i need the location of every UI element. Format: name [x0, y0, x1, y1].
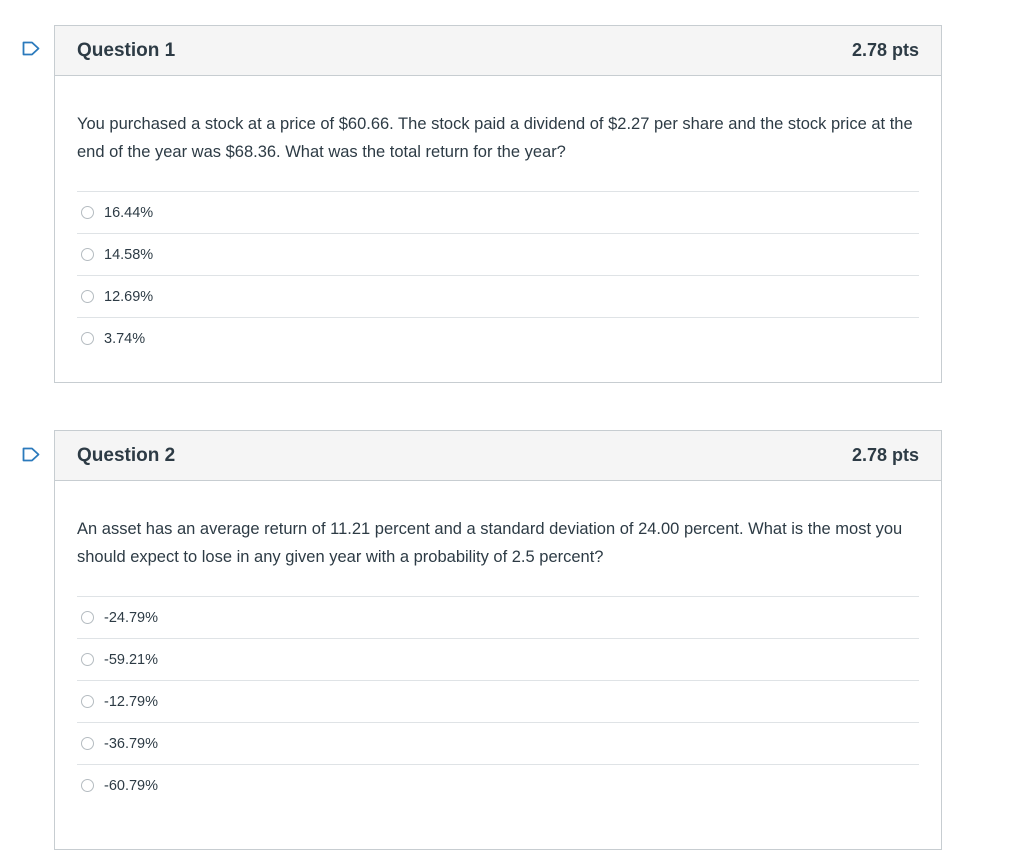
question-text: You purchased a stock at a price of $60.… [77, 115, 913, 161]
answer-option[interactable]: -60.79% [77, 764, 919, 806]
question-title: Question 1 [77, 39, 176, 61]
radio-unchecked-icon[interactable] [81, 653, 94, 666]
question-title: Question 2 [77, 444, 176, 466]
question-header: Question 2 2.78 pts [55, 431, 941, 481]
answer-option[interactable]: -24.79% [77, 596, 919, 638]
radio-unchecked-icon[interactable] [81, 332, 94, 345]
question-points: 2.78 pts [851, 40, 919, 60]
answer-label: -60.79% [104, 777, 159, 794]
answer-label: -24.79% [104, 609, 159, 626]
flag-question-1-icon[interactable] [22, 41, 40, 56]
radio-unchecked-icon[interactable] [81, 248, 94, 261]
answer-option[interactable]: -59.21% [77, 638, 919, 680]
answer-label: -36.79% [104, 735, 159, 752]
flag-question-2-icon[interactable] [22, 447, 40, 462]
radio-unchecked-icon[interactable] [81, 611, 94, 624]
answer-option[interactable]: -36.79% [77, 722, 919, 764]
question-2: Question 2 2.78 pts An asset has an aver… [54, 430, 942, 850]
answer-label: -59.21% [104, 651, 159, 668]
answer-list: -24.79% -59.21% -12.79% -36.79% -60.79% [77, 596, 919, 806]
answer-option[interactable]: 14.58% [77, 233, 919, 275]
radio-unchecked-icon[interactable] [81, 779, 94, 792]
answer-label: 3.74% [104, 330, 146, 347]
radio-unchecked-icon[interactable] [81, 737, 94, 750]
radio-unchecked-icon[interactable] [81, 695, 94, 708]
answer-option[interactable]: -12.79% [77, 680, 919, 722]
answer-label: 12.69% [104, 288, 154, 305]
question-points: 2.78 pts [851, 445, 919, 465]
radio-unchecked-icon[interactable] [81, 206, 94, 219]
answer-label: 16.44% [104, 204, 154, 221]
answer-option[interactable]: 12.69% [77, 275, 919, 317]
answer-option[interactable]: 16.44% [77, 191, 919, 233]
answer-label: 14.58% [104, 246, 154, 263]
question-header: Question 1 2.78 pts [55, 26, 941, 76]
answer-list: 16.44% 14.58% 12.69% 3.74% [77, 191, 919, 359]
question-body: You purchased a stock at a price of $60.… [55, 76, 941, 359]
question-body: An asset has an average return of 11.21 … [55, 481, 941, 806]
answer-option[interactable]: 3.74% [77, 317, 919, 359]
radio-unchecked-icon[interactable] [81, 290, 94, 303]
question-text: An asset has an average return of 11.21 … [77, 520, 903, 566]
question-1: Question 1 2.78 pts You purchased a stoc… [54, 25, 942, 383]
answer-label: -12.79% [104, 693, 159, 710]
